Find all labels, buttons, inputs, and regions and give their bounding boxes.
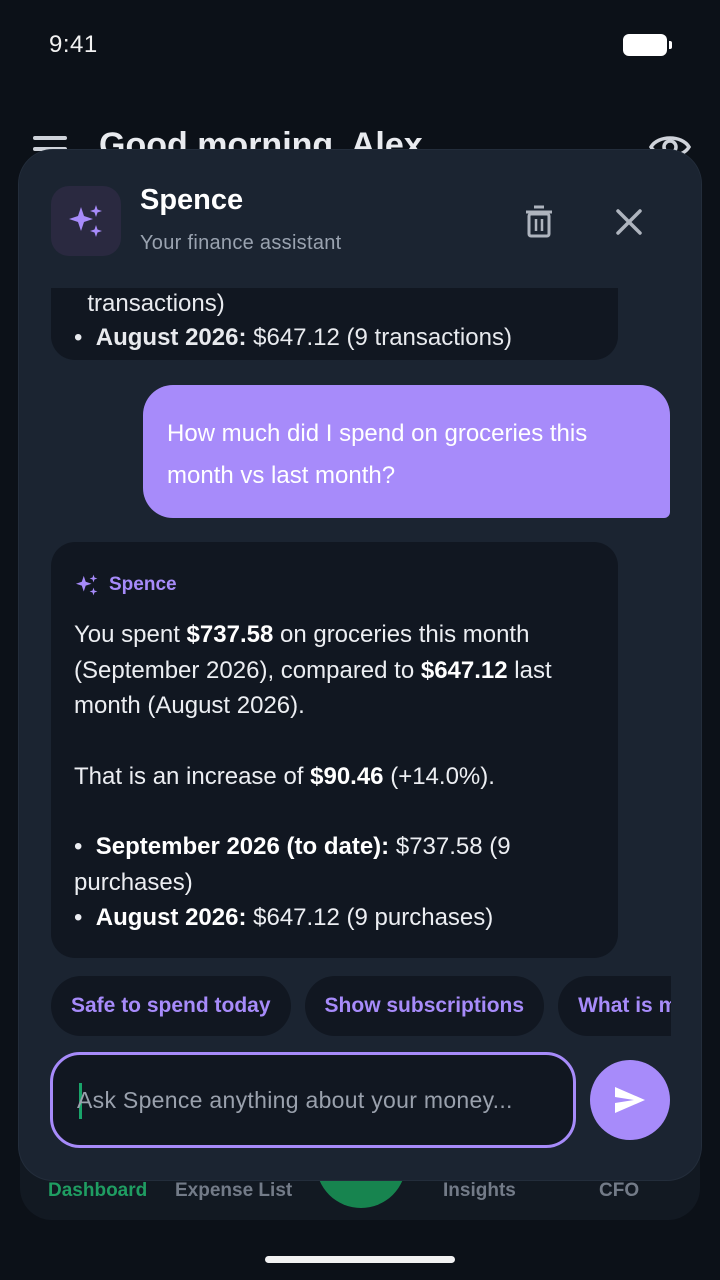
message-text: transactions)	[87, 290, 225, 317]
assistant-message-previous: transactions) • August 2026: $647.12 (9 …	[51, 288, 618, 360]
home-indicator	[265, 1256, 455, 1263]
assistant-name: Spence	[140, 184, 244, 216]
nav-item-cfo[interactable]: CFO	[599, 1180, 639, 1202]
message-bullet: • August 2026: $647.12 (9 transactions)	[74, 324, 512, 351]
close-icon	[616, 209, 642, 235]
message-bullet: • September 2026 (to date): $737.58 (9 p…	[74, 833, 511, 896]
trash-icon	[526, 205, 552, 238]
chat-header: Spence Your finance assistant	[19, 150, 701, 288]
close-button[interactable]	[609, 202, 649, 242]
nav-item-expense-list[interactable]: Expense List	[175, 1180, 292, 1202]
suggestion-chip-subscriptions[interactable]: Show subscriptions	[304, 976, 545, 1036]
message-list[interactable]: transactions) • August 2026: $647.12 (9 …	[19, 288, 701, 968]
assistant-subtitle: Your finance assistant	[140, 232, 342, 254]
status-time: 9:41	[49, 31, 98, 58]
assistant-chat-sheet: Spence Your finance assistant transactio…	[19, 150, 701, 1180]
sparkles-icon	[75, 574, 98, 596]
user-message: How much did I spend on groceries this m…	[143, 385, 670, 518]
assistant-sender-tag: Spence	[74, 572, 595, 598]
suggestion-chip-what-is[interactable]: What is my	[558, 976, 671, 1036]
chat-input-container[interactable]	[50, 1052, 576, 1148]
send-icon	[615, 1087, 645, 1113]
suggestion-chips[interactable]: Safe to spend today Show subscriptions Wha…	[51, 976, 671, 1036]
nav-item-insights[interactable]: Insights	[443, 1180, 516, 1202]
nav-item-dashboard[interactable]: Dashboard	[48, 1180, 147, 1202]
sender-label: Spence	[109, 574, 177, 595]
battery-icon	[623, 34, 672, 56]
send-button[interactable]	[590, 1060, 670, 1140]
suggestion-chip-safe-to-spend[interactable]: Safe to spend today	[51, 976, 291, 1036]
sparkles-icon	[69, 205, 102, 237]
assistant-message: Spence You spent $737.58 on groceries th…	[51, 542, 618, 958]
message-bullet: • August 2026: $647.12 (9 purchases)	[74, 904, 494, 931]
chat-input[interactable]	[77, 1055, 547, 1145]
assistant-avatar	[51, 186, 121, 256]
clear-chat-button[interactable]	[519, 202, 559, 242]
assistant-message-body: You spent $737.58 on groceries this mont…	[74, 617, 595, 936]
